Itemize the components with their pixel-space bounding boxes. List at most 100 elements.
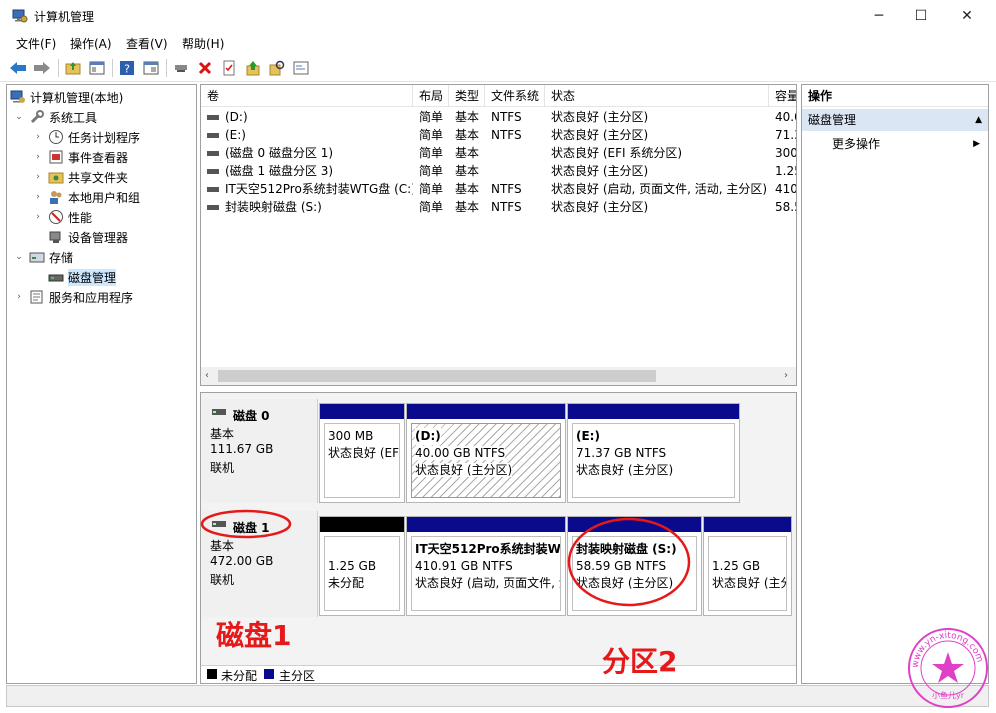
- collapse-icon[interactable]: ▲: [975, 109, 982, 131]
- volume-cell: 40.0: [769, 108, 796, 126]
- disk-0-type: 基本: [210, 427, 235, 441]
- scroll-left-icon[interactable]: ‹: [205, 370, 209, 381]
- toolbar: ?: [0, 54, 996, 82]
- tree-item-task-scheduler[interactable]: › 任务计划程序: [32, 127, 140, 147]
- properties-icon[interactable]: [141, 58, 161, 78]
- partition-recovery[interactable]: 1.25 GB 状态良好 (主分: [703, 516, 792, 616]
- horizontal-scrollbar[interactable]: ‹ ›: [201, 367, 796, 385]
- clock-icon: [48, 129, 64, 145]
- toolbar-separator: [112, 59, 113, 77]
- volume-cell-text: 58.5: [775, 200, 796, 214]
- tree-root[interactable]: 计算机管理(本地): [10, 87, 123, 107]
- tree-item-disk-management[interactable]: 磁盘管理: [48, 267, 117, 287]
- volume-cell: NTFS: [485, 198, 545, 216]
- tree-item-event-viewer[interactable]: › 事件查看器: [32, 147, 128, 167]
- volume-row[interactable]: (D:) 简单基本 NTFS 状态良好 (主分区) 40.0: [201, 108, 796, 126]
- menu-file[interactable]: 文件(F): [16, 35, 56, 52]
- chevron-right-icon[interactable]: ›: [32, 172, 44, 182]
- volume-row[interactable]: IT天空512Pro系统封装WTG盘 (C:) 简单 基本 NTFS 状态良好 (启动,…: [201, 180, 796, 198]
- show-hide-tree-icon[interactable]: [87, 58, 107, 78]
- scrollbar-thumb[interactable]: [218, 370, 656, 382]
- volume-cell-text: 状态良好 (主分区): [551, 164, 649, 178]
- scroll-right-icon[interactable]: ›: [784, 370, 788, 381]
- maximize-button[interactable]: ☐: [898, 0, 944, 32]
- minimize-button[interactable]: ─: [856, 0, 902, 32]
- partition-unallocated[interactable]: 1.25 GB 未分配: [319, 516, 405, 616]
- tree-item-performance[interactable]: › 性能: [32, 207, 92, 227]
- col-volume[interactable]: 卷: [201, 85, 413, 107]
- tree-item-device-manager[interactable]: 设备管理器: [48, 227, 128, 247]
- volume-cell-text: 71.3: [775, 128, 796, 142]
- up-folder-icon[interactable]: [63, 58, 83, 78]
- tree-storage[interactable]: ⌄ 存储: [13, 247, 73, 267]
- partition-highlight-circle: [567, 517, 691, 607]
- close-button[interactable]: ✕: [944, 0, 990, 32]
- volume-cell: NTFS: [485, 108, 545, 126]
- menu-view[interactable]: 查看(V): [126, 35, 168, 52]
- search-icon[interactable]: [267, 58, 287, 78]
- partition-c[interactable]: IT天空512Pro系统封装WT 410.91 GB NTFS 状态良好 (启动, …: [406, 516, 566, 616]
- volume-cell: 1.25: [769, 162, 796, 180]
- partition-bar: [320, 404, 404, 419]
- checklist-icon[interactable]: [219, 58, 239, 78]
- tree-item-local-users[interactable]: › 本地用户和组: [32, 187, 140, 207]
- col-capacity[interactable]: 容量: [769, 85, 796, 107]
- volume-cell-text: (E:): [225, 128, 246, 142]
- partition-efi[interactable]: 300 MB 状态良好 (EFI: [319, 403, 405, 503]
- menu-action[interactable]: 操作(A): [70, 35, 112, 52]
- more-actions[interactable]: 更多操作 ▶: [802, 133, 988, 155]
- volume-row[interactable]: (磁盘 1 磁盘分区 3) 简单基本 状态良好 (主分区) 1.25: [201, 162, 796, 180]
- actions-pane: 操作 磁盘管理 ▲ 更多操作 ▶: [801, 84, 989, 684]
- chevron-down-icon[interactable]: ⌄: [13, 252, 25, 262]
- volume-row[interactable]: (磁盘 0 磁盘分区 1) 简单 基本 状态良好 (EFI 系统分区) 300: [201, 144, 796, 162]
- disk-0-info[interactable]: 磁盘 0 基本 111.67 GB 联机: [202, 399, 318, 503]
- volume-row[interactable]: 封装映射磁盘 (S:) 简单基本 NTFS 状态良好 (主分区) 58.5: [201, 198, 796, 216]
- back-arrow-icon[interactable]: [8, 58, 28, 78]
- col-status[interactable]: 状态: [545, 85, 769, 107]
- chevron-right-icon[interactable]: ›: [32, 192, 44, 202]
- partition-bar: [407, 517, 565, 532]
- connect-icon[interactable]: [171, 58, 191, 78]
- device-manager-icon: [48, 229, 64, 245]
- volume-row[interactable]: (E:) 简单基本 NTFS 状态良好 (主分区) 71.3: [201, 126, 796, 144]
- tree-services[interactable]: › 服务和应用程序: [13, 287, 133, 307]
- services-icon: [29, 289, 45, 305]
- volume-cell-text: 封装映射磁盘 (S:): [225, 200, 322, 214]
- export-icon[interactable]: [243, 58, 263, 78]
- volume-cell-text: (磁盘 1 磁盘分区 3): [225, 164, 334, 178]
- volume-cell: (D:): [201, 108, 413, 126]
- delete-icon[interactable]: [195, 58, 215, 78]
- volume-cell-text: 状态良好 (主分区): [551, 200, 649, 214]
- chevron-right-icon[interactable]: ›: [13, 292, 25, 302]
- volume-cell: 简单: [413, 198, 449, 216]
- volume-cell: 71.3: [769, 126, 796, 144]
- chevron-right-icon[interactable]: ›: [32, 152, 44, 162]
- partition-status: 状态良好 (主分: [712, 576, 787, 590]
- chevron-down-icon[interactable]: ⌄: [13, 112, 25, 122]
- forward-arrow-icon[interactable]: [32, 58, 52, 78]
- col-layout[interactable]: 布局: [413, 85, 449, 107]
- partition-d[interactable]: (D:) 40.00 GB NTFS 状态良好 (主分区): [406, 403, 566, 503]
- volume-cell: 简单: [413, 126, 449, 144]
- chevron-right-icon[interactable]: ›: [32, 132, 44, 142]
- watermark-logo: www.yn-xitong.com 小鱼儿yr: [908, 628, 988, 708]
- actions-section-disk-management[interactable]: 磁盘管理 ▲: [802, 109, 988, 131]
- console-icon[interactable]: [291, 58, 311, 78]
- tree-item-shared-folders[interactable]: › 共享文件夹: [32, 167, 128, 187]
- volume-cell-text: 410: [775, 182, 796, 196]
- volume-cell-text: (磁盘 0 磁盘分区 1): [225, 146, 334, 160]
- chevron-right-icon[interactable]: ›: [32, 212, 44, 222]
- volume-cell-text: 基本: [455, 200, 480, 214]
- watermark: www.yn-xitong.com 小鱼儿yr: [906, 626, 990, 710]
- menu-help[interactable]: 帮助(H): [182, 35, 224, 52]
- actions-section-label: 磁盘管理: [808, 113, 857, 127]
- partition-e[interactable]: (E:) 71.37 GB NTFS 状态良好 (主分区): [567, 403, 740, 503]
- col-filesystem[interactable]: 文件系统: [485, 85, 545, 107]
- tree-system-tools[interactable]: ⌄ 系统工具: [13, 107, 97, 127]
- volume-cell: 58.5: [769, 198, 796, 216]
- volume-cell: 简单: [413, 108, 449, 126]
- computer-management-icon: [12, 9, 28, 23]
- col-type[interactable]: 类型: [449, 85, 485, 107]
- help-icon[interactable]: ?: [117, 58, 137, 78]
- volume-cell: (磁盘 1 磁盘分区 3): [201, 162, 413, 180]
